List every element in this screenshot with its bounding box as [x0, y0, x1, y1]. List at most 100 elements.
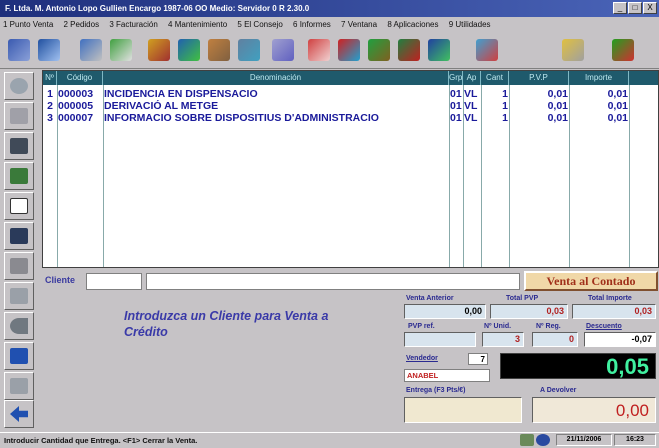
col-header-cant[interactable]: Cant: [481, 71, 509, 85]
printer-icon[interactable]: [560, 36, 586, 64]
cell-n: 1: [47, 88, 53, 100]
menu-item-utilidades[interactable]: 9 Utilidades: [449, 20, 491, 29]
table-row[interactable]: 2 000005 DERIVACIÓ AL METGE 01 VL 1 0,01…: [43, 100, 658, 112]
menu-item-facturacion[interactable]: 3 Facturación: [109, 20, 157, 29]
col-header-n[interactable]: Nº: [43, 71, 57, 85]
blank-icon[interactable]: [4, 192, 34, 220]
vendedor-number-input[interactable]: 7: [468, 353, 488, 365]
chart-icon[interactable]: [336, 36, 362, 64]
entrega-input[interactable]: [404, 397, 522, 423]
totals-panel: Venta Anterior 0,00 Total PVP 0,03 Total…: [400, 293, 659, 430]
menu-item-pedidos[interactable]: 2 Pedidos: [64, 20, 100, 29]
total-importe-label: Total Importe: [588, 295, 632, 302]
cash-sale-button[interactable]: Venta al Contado: [524, 271, 658, 291]
close-button[interactable]: X: [643, 2, 657, 14]
user-icon[interactable]: [474, 36, 500, 64]
maximize-button[interactable]: □: [628, 2, 642, 14]
menu-bar: 1 Punto Venta 2 Pedidos 3 Facturación 4 …: [0, 17, 659, 33]
a-devolver-label: A Devolver: [540, 387, 577, 394]
col-header-grp[interactable]: Grp: [449, 71, 463, 85]
table-row[interactable]: 1 000003 INCIDENCIA EN DISPENSACIO 01 VL…: [43, 88, 658, 100]
col-header-denominacion[interactable]: Denominación: [103, 71, 449, 85]
cell-n: 3: [47, 112, 53, 124]
sales-grid[interactable]: Nº Código Denominación Grp Ap Cant P.V.P…: [42, 70, 659, 268]
col-header-codigo[interactable]: Código: [57, 71, 103, 85]
cell-code: 000007: [58, 112, 94, 124]
client-bar: Cliente Venta al Contado: [42, 270, 659, 292]
status-date: 21/11/2006: [556, 434, 612, 446]
cell-code: 000003: [58, 88, 94, 100]
total-pvp-label: Total PVP: [506, 295, 539, 302]
cell-code: 000005: [58, 100, 94, 112]
cell-ap: VL: [464, 112, 478, 124]
total-pvp-value: 0,03: [490, 304, 568, 319]
phone-icon[interactable]: [4, 72, 34, 100]
cell-pvp: 0,01: [547, 112, 568, 124]
boxes-icon[interactable]: [206, 36, 232, 64]
people-icon[interactable]: [6, 36, 32, 64]
cell-grp: 01: [450, 100, 462, 112]
puzzle-icon[interactable]: [396, 36, 422, 64]
pill-icon[interactable]: [270, 36, 296, 64]
gear-icon[interactable]: [426, 36, 452, 64]
col-header-ap[interactable]: Ap: [463, 71, 481, 85]
menu-item-informes[interactable]: 6 Informes: [293, 20, 331, 29]
vendedor-label: Vendedor: [406, 355, 438, 362]
n-unid-value: 3: [482, 332, 524, 347]
receipt-icon[interactable]: [4, 222, 34, 250]
sidebar: [0, 70, 40, 430]
menu-item-mantenimiento[interactable]: 4 Mantenimiento: [168, 20, 227, 29]
menu-item-aplicaciones[interactable]: 8 Aplicaciones: [387, 20, 438, 29]
tree-icon[interactable]: [366, 36, 392, 64]
client-code-input[interactable]: [86, 273, 142, 290]
client-name-input[interactable]: [146, 273, 520, 290]
menu-item-punto-venta[interactable]: 1 Punto Venta: [3, 20, 53, 29]
window-title: F. Ltda. M. Antonio Lopo Gullien Encargo…: [0, 0, 659, 17]
cell-qty: 1: [502, 88, 508, 100]
globe-icon: [536, 434, 550, 446]
cart-icon[interactable]: [78, 36, 104, 64]
cell-importe: 0,01: [607, 88, 628, 100]
client-label: Cliente: [45, 275, 76, 285]
entrega-label: Entrega (F3 Pts/€): [406, 387, 466, 394]
printer-icon[interactable]: [4, 132, 34, 160]
eraser2-icon[interactable]: [4, 372, 34, 400]
col-header-pvp[interactable]: P.V.P: [509, 71, 569, 85]
venta-anterior-value: 0,00: [404, 304, 486, 319]
pvp-ref-label: PVP ref.: [408, 323, 435, 330]
arrow-back-icon[interactable]: [4, 312, 34, 340]
credit-sale-message: Introduzca un Cliente para Venta a Crédi…: [124, 309, 329, 339]
transfer-icon[interactable]: [108, 36, 134, 64]
list-icon[interactable]: [4, 252, 34, 280]
search-icon[interactable]: [4, 282, 34, 310]
menu-item-ventana[interactable]: 7 Ventana: [341, 20, 377, 29]
descuento-value[interactable]: -0,07: [584, 332, 656, 347]
cell-qty: 1: [502, 100, 508, 112]
table-row[interactable]: 3 000007 INFORMACIO SOBRE DISPOSITIUS D'…: [43, 112, 658, 124]
envelope-icon[interactable]: [306, 36, 332, 64]
cell-desc: INCIDENCIA EN DISPENSACIO: [104, 88, 258, 100]
calc-icon[interactable]: [236, 36, 262, 64]
book-icon[interactable]: [36, 36, 62, 64]
cell-grp: 01: [450, 88, 462, 100]
back-arrow-icon[interactable]: [4, 400, 34, 428]
n-reg-value: 0: [532, 332, 578, 347]
exit-icon[interactable]: [610, 36, 636, 64]
total-display: 0,05: [500, 353, 656, 379]
cell-ap: VL: [464, 88, 478, 100]
cell-n: 2: [47, 100, 53, 112]
cell-importe: 0,01: [607, 112, 628, 124]
minimize-button[interactable]: _: [613, 2, 627, 14]
venta-anterior-label: Venta Anterior: [406, 295, 454, 302]
menu-item-consejo[interactable]: 5 El Consejo: [237, 20, 282, 29]
pvp-ref-value: [404, 332, 476, 347]
money-icon[interactable]: [4, 162, 34, 190]
vendedor-name: ANABEL: [404, 369, 490, 382]
rsp-icon[interactable]: [4, 342, 34, 370]
pencil-icon[interactable]: [146, 36, 172, 64]
col-header-importe[interactable]: Importe: [569, 71, 629, 85]
truck-icon[interactable]: [176, 36, 202, 64]
eraser-icon[interactable]: [4, 102, 34, 130]
window-controls: _ □ X: [613, 2, 657, 15]
a-devolver-value: 0,00: [532, 397, 656, 423]
